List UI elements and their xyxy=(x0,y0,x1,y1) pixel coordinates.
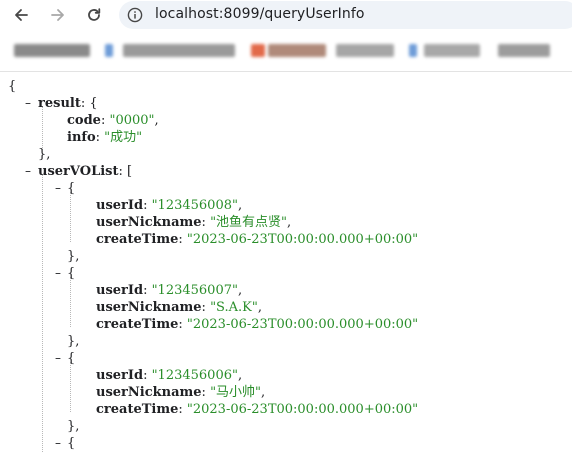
json-line-userid: userId: "123456008", xyxy=(96,198,243,213)
json-viewer: { – result: { code: "0000", info: "成功" }… xyxy=(0,72,572,452)
json-key: createTime xyxy=(96,232,179,247)
json-close-brace: }, xyxy=(38,147,51,162)
forward-button[interactable] xyxy=(47,4,69,26)
bookmark-item[interactable] xyxy=(268,44,326,57)
bookmark-item[interactable] xyxy=(336,44,394,57)
json-string-value: "2023-06-23T00:00:00.000+00:00" xyxy=(186,317,419,332)
json-string-value: "马小帅" xyxy=(210,385,262,400)
collapse-toggle[interactable]: – xyxy=(55,350,65,367)
json-line-createtime: createTime: "2023-06-23T00:00:00.000+00:… xyxy=(96,317,419,332)
json-open-brace: { xyxy=(67,181,76,196)
info-circle-icon[interactable] xyxy=(127,7,143,23)
json-line-list: userVOList: [ xyxy=(38,164,133,179)
json-key: userNickname xyxy=(96,215,202,230)
json-string-value: "成功" xyxy=(104,130,143,145)
json-key: userId xyxy=(96,368,144,383)
json-line-userid: userId: "123456006", xyxy=(96,368,243,383)
json-key: result xyxy=(38,96,81,111)
indent-guide xyxy=(42,106,43,150)
bookmark-item[interactable] xyxy=(424,44,480,57)
bookmarks-bar xyxy=(0,31,572,72)
json-line-code: code: "0000", xyxy=(67,113,159,128)
reload-button[interactable] xyxy=(83,4,105,26)
indent-guide xyxy=(70,362,71,412)
json-key: code xyxy=(67,113,101,128)
json-line-nickname: userNickname: "S.A.K", xyxy=(96,300,262,315)
json-close-brace: }, xyxy=(67,249,80,264)
collapse-toggle[interactable]: – xyxy=(55,180,65,197)
json-open-brace: { xyxy=(8,79,17,94)
reload-icon xyxy=(88,8,101,21)
json-string-value: "123456008" xyxy=(151,198,238,213)
bookmark-item[interactable] xyxy=(498,44,550,57)
json-string-value: "池鱼有点贤" xyxy=(210,215,288,230)
json-string-value: "0000" xyxy=(109,113,155,128)
json-string-value: "S.A.K" xyxy=(210,300,258,315)
collapse-toggle[interactable]: – xyxy=(55,265,65,282)
json-key: userVOList xyxy=(38,164,119,179)
json-open-brace: { xyxy=(67,266,76,281)
json-line-createtime: createTime: "2023-06-23T00:00:00.000+00:… xyxy=(96,232,419,247)
collapse-toggle[interactable]: – xyxy=(25,95,35,112)
json-key: userNickname xyxy=(96,385,202,400)
back-button[interactable] xyxy=(10,4,32,26)
address-bar[interactable]: localhost:8099/queryUserInfo xyxy=(119,1,572,29)
json-string-value: "123456006" xyxy=(151,368,238,383)
json-key: userId xyxy=(96,198,144,213)
arrow-left-icon xyxy=(15,9,28,21)
json-line-userid: userId: "123456007", xyxy=(96,283,243,298)
json-string-value: "2023-06-23T00:00:00.000+00:00" xyxy=(186,402,419,417)
json-key: createTime xyxy=(96,402,179,417)
json-line-result: result: { xyxy=(38,96,98,111)
collapse-toggle[interactable]: – xyxy=(25,163,35,180)
indent-guide xyxy=(42,174,43,452)
bookmark-item[interactable] xyxy=(123,44,235,57)
json-line-createtime: createTime: "2023-06-23T00:00:00.000+00:… xyxy=(96,402,419,417)
json-key: userNickname xyxy=(96,300,202,315)
json-key: createTime xyxy=(96,317,179,332)
json-line-info: info: "成功" xyxy=(67,130,143,145)
indent-guide xyxy=(70,192,71,242)
bookmark-favicon xyxy=(409,44,417,57)
json-string-value: "123456007" xyxy=(151,283,238,298)
json-open-brace: { xyxy=(67,436,76,451)
indent-guide xyxy=(70,277,71,327)
browser-toolbar: localhost:8099/queryUserInfo xyxy=(0,0,572,31)
json-key: info xyxy=(67,130,96,145)
json-key: userId xyxy=(96,283,144,298)
json-open-brace: { xyxy=(67,351,76,366)
bookmark-favicon xyxy=(251,44,265,57)
json-close-brace: }, xyxy=(67,419,80,434)
bookmark-favicon xyxy=(105,44,113,57)
json-line-nickname: userNickname: "池鱼有点贤", xyxy=(96,215,292,230)
json-close-brace: }, xyxy=(67,334,80,349)
bookmark-item[interactable] xyxy=(14,44,90,57)
collapse-toggle[interactable]: – xyxy=(55,435,65,452)
json-string-value: "2023-06-23T00:00:00.000+00:00" xyxy=(186,232,419,247)
url-text: localhost:8099/queryUserInfo xyxy=(155,6,365,22)
json-line-nickname: userNickname: "马小帅", xyxy=(96,385,266,400)
arrow-right-icon xyxy=(51,9,64,21)
